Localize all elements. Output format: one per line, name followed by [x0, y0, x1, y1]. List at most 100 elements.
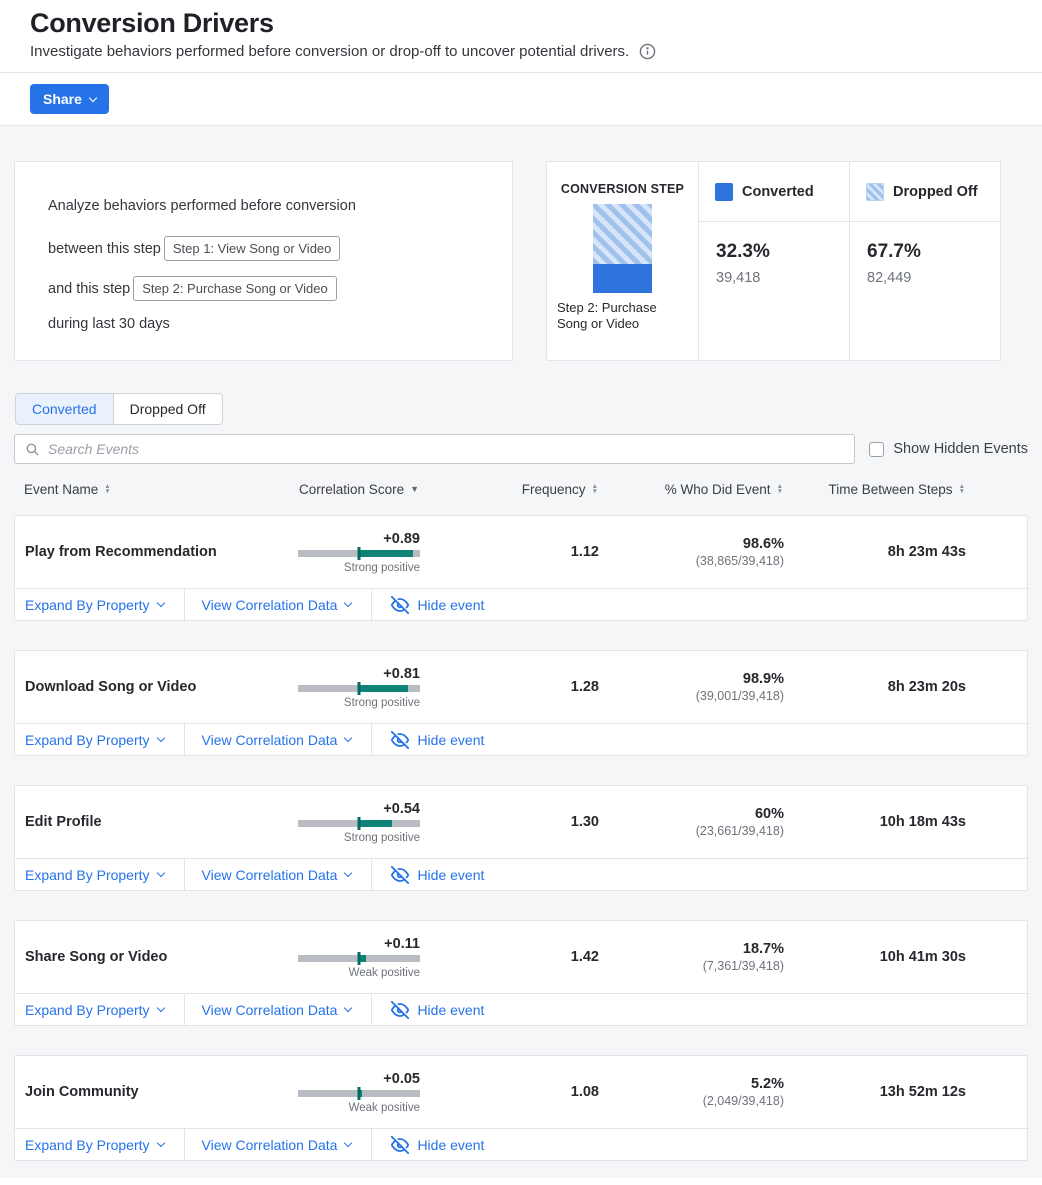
column-header-correlation-score[interactable]: Correlation Score ▲▼ ▼ [297, 482, 419, 497]
correlation-score-value: +0.54 [298, 801, 420, 817]
row-action-bar: Expand By Property View Correlation Data… [15, 723, 1027, 755]
search-input[interactable] [48, 441, 844, 457]
hide-event-button[interactable]: Hide event [372, 994, 504, 1025]
hide-event-button[interactable]: Hide event [372, 724, 504, 755]
correlation-cell: +0.54 Strong positive [298, 801, 420, 844]
hide-event-eye-off-icon [391, 1001, 409, 1019]
conversion-mini-bar [593, 204, 652, 293]
tab-converted-label: Converted [32, 401, 97, 417]
correlation-score-value: +0.81 [298, 666, 420, 682]
expand-by-property-button[interactable]: Expand By Property [15, 1129, 185, 1160]
hide-event-button[interactable]: Hide event [372, 859, 504, 890]
correlation-cell: +0.11 Weak positive [298, 936, 420, 979]
chevron-down-icon [156, 1003, 164, 1011]
hide-event-eye-off-icon [391, 866, 409, 884]
view-correlation-data-button[interactable]: View Correlation Data [185, 859, 373, 890]
correlation-bar [298, 1090, 420, 1097]
show-hidden-events-checkbox[interactable] [869, 442, 884, 457]
correlation-bar [298, 820, 420, 827]
chevron-down-icon [344, 1003, 352, 1011]
column-header-event-name[interactable]: Event Name ▲▼ ▼ [14, 482, 297, 497]
event-name: Share Song or Video [15, 949, 298, 965]
correlation-bar-fill [359, 685, 408, 692]
event-row: Edit Profile +0.54 Strong positive 1.30 … [14, 785, 1028, 891]
step-1-chip[interactable]: Step 1: View Song or Video [164, 236, 341, 261]
pct-cell: 98.9% (39,001/39,418) [599, 671, 784, 703]
dropped-off-legend-label: Dropped Off [893, 184, 978, 200]
correlation-bar [298, 550, 420, 557]
analysis-config-panel: Analyze behaviors performed before conve… [14, 161, 513, 361]
view-correlation-data-button[interactable]: View Correlation Data [185, 724, 373, 755]
expand-by-property-button[interactable]: Expand By Property [15, 994, 185, 1025]
pct-who-did-value: 18.7% [599, 941, 784, 957]
and-step-label: and this step [48, 281, 130, 297]
dropped-off-count: 82,449 [867, 270, 1000, 286]
correlation-strength-label: Weak positive [298, 1102, 420, 1114]
frequency-value: 1.12 [420, 544, 599, 560]
converted-segment [593, 264, 652, 293]
pct-fraction: (39,001/39,418) [599, 689, 784, 703]
frequency-value: 1.42 [420, 949, 599, 965]
search-icon [25, 442, 40, 457]
chevron-down-icon [344, 1138, 352, 1146]
during-label: during last 30 days [48, 316, 512, 332]
share-button[interactable]: Share [30, 84, 109, 114]
frequency-value: 1.28 [420, 679, 599, 695]
conversion-step-heading: CONVERSION STEP [547, 182, 698, 196]
event-row: Share Song or Video +0.11 Weak positive … [14, 920, 1028, 1026]
chevron-down-icon [156, 733, 164, 741]
event-rows-list: Play from Recommendation +0.89 Strong po… [14, 515, 1028, 1161]
info-icon[interactable] [639, 43, 656, 60]
view-correlation-data-button[interactable]: View Correlation Data [185, 1129, 373, 1160]
converted-count: 39,418 [716, 270, 849, 286]
view-correlation-data-button[interactable]: View Correlation Data [185, 994, 373, 1025]
hide-event-eye-off-icon [391, 596, 409, 614]
correlation-strength-label: Strong positive [298, 832, 420, 844]
correlation-strength-label: Strong positive [298, 562, 420, 574]
conversion-step-column: CONVERSION STEP Step 2: Purchase Song or… [547, 162, 698, 360]
pct-fraction: (38,865/39,418) [599, 554, 784, 568]
converted-legend-label: Converted [742, 184, 814, 200]
column-header-pct-who-did-event[interactable]: % Who Did Event ▲▼ ▼ [598, 482, 783, 497]
pct-who-did-value: 60% [599, 806, 784, 822]
expand-by-property-button[interactable]: Expand By Property [15, 859, 185, 890]
time-between-steps-value: 8h 23m 20s [784, 679, 966, 695]
column-header-time-between-steps[interactable]: Time Between Steps ▲▼ ▼ [783, 482, 965, 497]
pct-who-did-value: 98.6% [599, 536, 784, 552]
step-2-chip[interactable]: Step 2: Purchase Song or Video [133, 276, 337, 301]
correlation-strength-label: Strong positive [298, 697, 420, 709]
expand-by-property-button[interactable]: Expand By Property [15, 589, 185, 620]
time-between-steps-value: 10h 18m 43s [784, 814, 966, 830]
chevron-down-icon [89, 93, 97, 101]
correlation-strength-label: Weak positive [298, 967, 420, 979]
pct-cell: 5.2% (2,049/39,418) [599, 1076, 784, 1108]
event-name: Edit Profile [15, 814, 298, 830]
pct-cell: 60% (23,661/39,418) [599, 806, 784, 838]
correlation-cell: +0.05 Weak positive [298, 1071, 420, 1114]
hide-event-button[interactable]: Hide event [372, 589, 504, 620]
chevron-down-icon [344, 868, 352, 876]
view-correlation-data-button[interactable]: View Correlation Data [185, 589, 373, 620]
correlation-cell: +0.89 Strong positive [298, 531, 420, 574]
hide-event-button[interactable]: Hide event [372, 1129, 504, 1160]
sort-icon: ▲▼ [959, 484, 965, 494]
dropped-off-segment [593, 204, 652, 264]
frequency-value: 1.08 [420, 1084, 599, 1100]
dropped-off-swatch-icon [866, 183, 884, 201]
hide-event-eye-off-icon [391, 1136, 409, 1154]
dropped-off-percent: 67.7% [867, 241, 1000, 263]
correlation-bar [298, 955, 420, 962]
time-between-steps-value: 8h 23m 43s [784, 544, 966, 560]
chevron-down-icon [156, 598, 164, 606]
config-intro-text: Analyze behaviors performed before conve… [48, 198, 512, 214]
tab-converted[interactable]: Converted [16, 394, 113, 424]
column-header-frequency[interactable]: Frequency ▲▼ ▼ [419, 482, 598, 497]
expand-by-property-button[interactable]: Expand By Property [15, 724, 185, 755]
correlation-bar-center-tick [358, 952, 361, 965]
chevron-down-icon [344, 598, 352, 606]
chevron-down-icon [344, 733, 352, 741]
correlation-bar [298, 685, 420, 692]
tab-dropped-off[interactable]: Dropped Off [113, 394, 222, 424]
sort-icon: ▲▼ [104, 484, 110, 494]
correlation-bar-center-tick [358, 817, 361, 830]
